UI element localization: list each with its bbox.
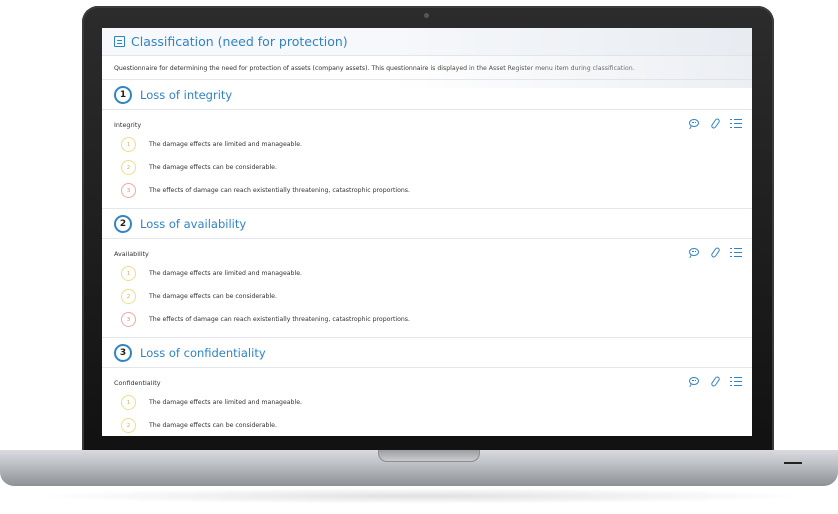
option-level-2[interactable]: 2 The damage effects can be considerable… [114, 285, 740, 308]
section-title: Loss of availability [140, 216, 247, 231]
screen: Classification (need for protection) Que… [102, 28, 752, 436]
section-header-availability[interactable]: 2 Loss of availability [102, 209, 752, 239]
section-body-integrity: Integrity 1 The damage effects are limit… [102, 110, 752, 209]
level-radio[interactable]: 3 [121, 183, 136, 198]
option-text: The damage effects can be considerable. [149, 422, 277, 429]
criterion-label: Availability [114, 250, 149, 258]
attachment-icon[interactable] [709, 117, 721, 130]
option-text: The damage effects are limited and manag… [149, 141, 302, 148]
option-level-3[interactable]: 3 The effects of damage can reach existe… [114, 179, 740, 202]
section-title: Loss of integrity [140, 87, 233, 102]
option-text: The damage effects are limited and manag… [149, 399, 302, 406]
section-actions [688, 246, 742, 259]
checklist-icon[interactable] [730, 376, 742, 388]
option-text: The damage effects can be considerable. [149, 164, 277, 171]
section-number: 2 [114, 214, 132, 233]
checklist-icon[interactable] [730, 247, 742, 259]
section-number: 3 [114, 343, 132, 362]
webcam [424, 13, 429, 18]
option-level-2[interactable]: 2 The damage effects can be considerable… [114, 414, 740, 436]
criterion-label: Integrity [114, 121, 142, 129]
option-level-3[interactable]: 3 The effects of damage can reach existe… [114, 308, 740, 331]
checklist-icon[interactable] [730, 118, 742, 130]
title-bar: Classification (need for protection) [102, 28, 752, 56]
laptop-shadow [30, 488, 810, 504]
section-header-integrity[interactable]: 1 Loss of integrity [102, 80, 752, 110]
section-header-confidentiality[interactable]: 3 Loss of confidentiality [102, 338, 752, 368]
option-level-2[interactable]: 2 The damage effects can be considerable… [114, 156, 740, 179]
attachment-icon[interactable] [709, 375, 721, 388]
level-radio[interactable]: 1 [121, 395, 136, 410]
option-text: The damage effects can be considerable. [149, 293, 277, 300]
option-text: The effects of damage can reach existent… [149, 316, 411, 323]
section-actions [688, 117, 742, 130]
laptop-notch [378, 450, 480, 462]
section-title: Loss of confidentiality [140, 345, 266, 360]
option-text: The damage effects are limited and manag… [149, 270, 302, 277]
option-level-1[interactable]: 1 The damage effects are limited and man… [114, 391, 740, 414]
level-radio[interactable]: 2 [121, 418, 136, 433]
comment-icon[interactable] [688, 376, 700, 388]
attachment-icon[interactable] [709, 246, 721, 259]
comment-icon[interactable] [688, 118, 700, 130]
level-radio[interactable]: 3 [121, 312, 136, 327]
option-level-1[interactable]: 1 The damage effects are limited and man… [114, 133, 740, 156]
level-radio[interactable]: 2 [121, 289, 136, 304]
criterion-label: Confidentiality [114, 379, 161, 387]
section-actions [688, 375, 742, 388]
section-body-availability: Availability 1 The damage effects are li… [102, 239, 752, 338]
level-radio[interactable]: 1 [121, 137, 136, 152]
section-number: 1 [114, 85, 132, 104]
questionnaire-description: Questionnaire for determining the need f… [102, 56, 752, 80]
laptop-base-mark [784, 462, 802, 464]
page-title: Classification (need for protection) [131, 34, 348, 49]
form-icon [114, 36, 125, 47]
option-text: The effects of damage can reach existent… [149, 187, 411, 194]
section-body-confidentiality: Confidentiality 1 The damage effects are… [102, 368, 752, 436]
option-level-1[interactable]: 1 The damage effects are limited and man… [114, 262, 740, 285]
level-radio[interactable]: 1 [121, 266, 136, 281]
level-radio[interactable]: 2 [121, 160, 136, 175]
comment-icon[interactable] [688, 247, 700, 259]
